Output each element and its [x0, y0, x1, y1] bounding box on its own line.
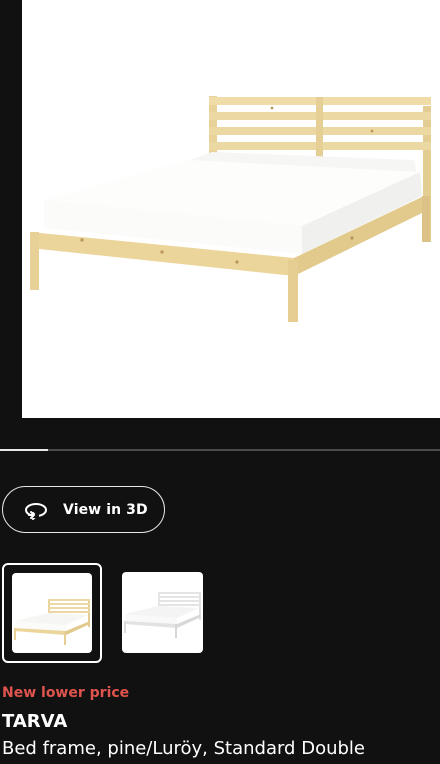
thumbnail-pine-bed[interactable]	[2, 563, 102, 663]
bed-frame-image	[30, 96, 431, 322]
product-main-image[interactable]	[22, 0, 440, 418]
gallery-progress-fill	[0, 449, 49, 451]
view-in-3d-label: View in 3D	[63, 501, 148, 518]
new-lower-price-badge: New lower price	[2, 685, 130, 701]
view-in-3d-button[interactable]: View in 3D	[2, 486, 165, 533]
rotate-360-icon	[25, 502, 47, 520]
white-bed-thumbnail	[124, 592, 201, 638]
product-description: Bed frame, pine/Luröy, Standard Double	[2, 738, 365, 759]
pine-bed-thumbnail	[14, 599, 90, 645]
product-name[interactable]: TARVA	[2, 711, 67, 732]
gallery-progress-bar	[0, 449, 440, 451]
product-page: View in 3D New lower price TARVA Bed fra…	[0, 0, 440, 764]
thumbnail-white-bed[interactable]	[122, 572, 203, 653]
